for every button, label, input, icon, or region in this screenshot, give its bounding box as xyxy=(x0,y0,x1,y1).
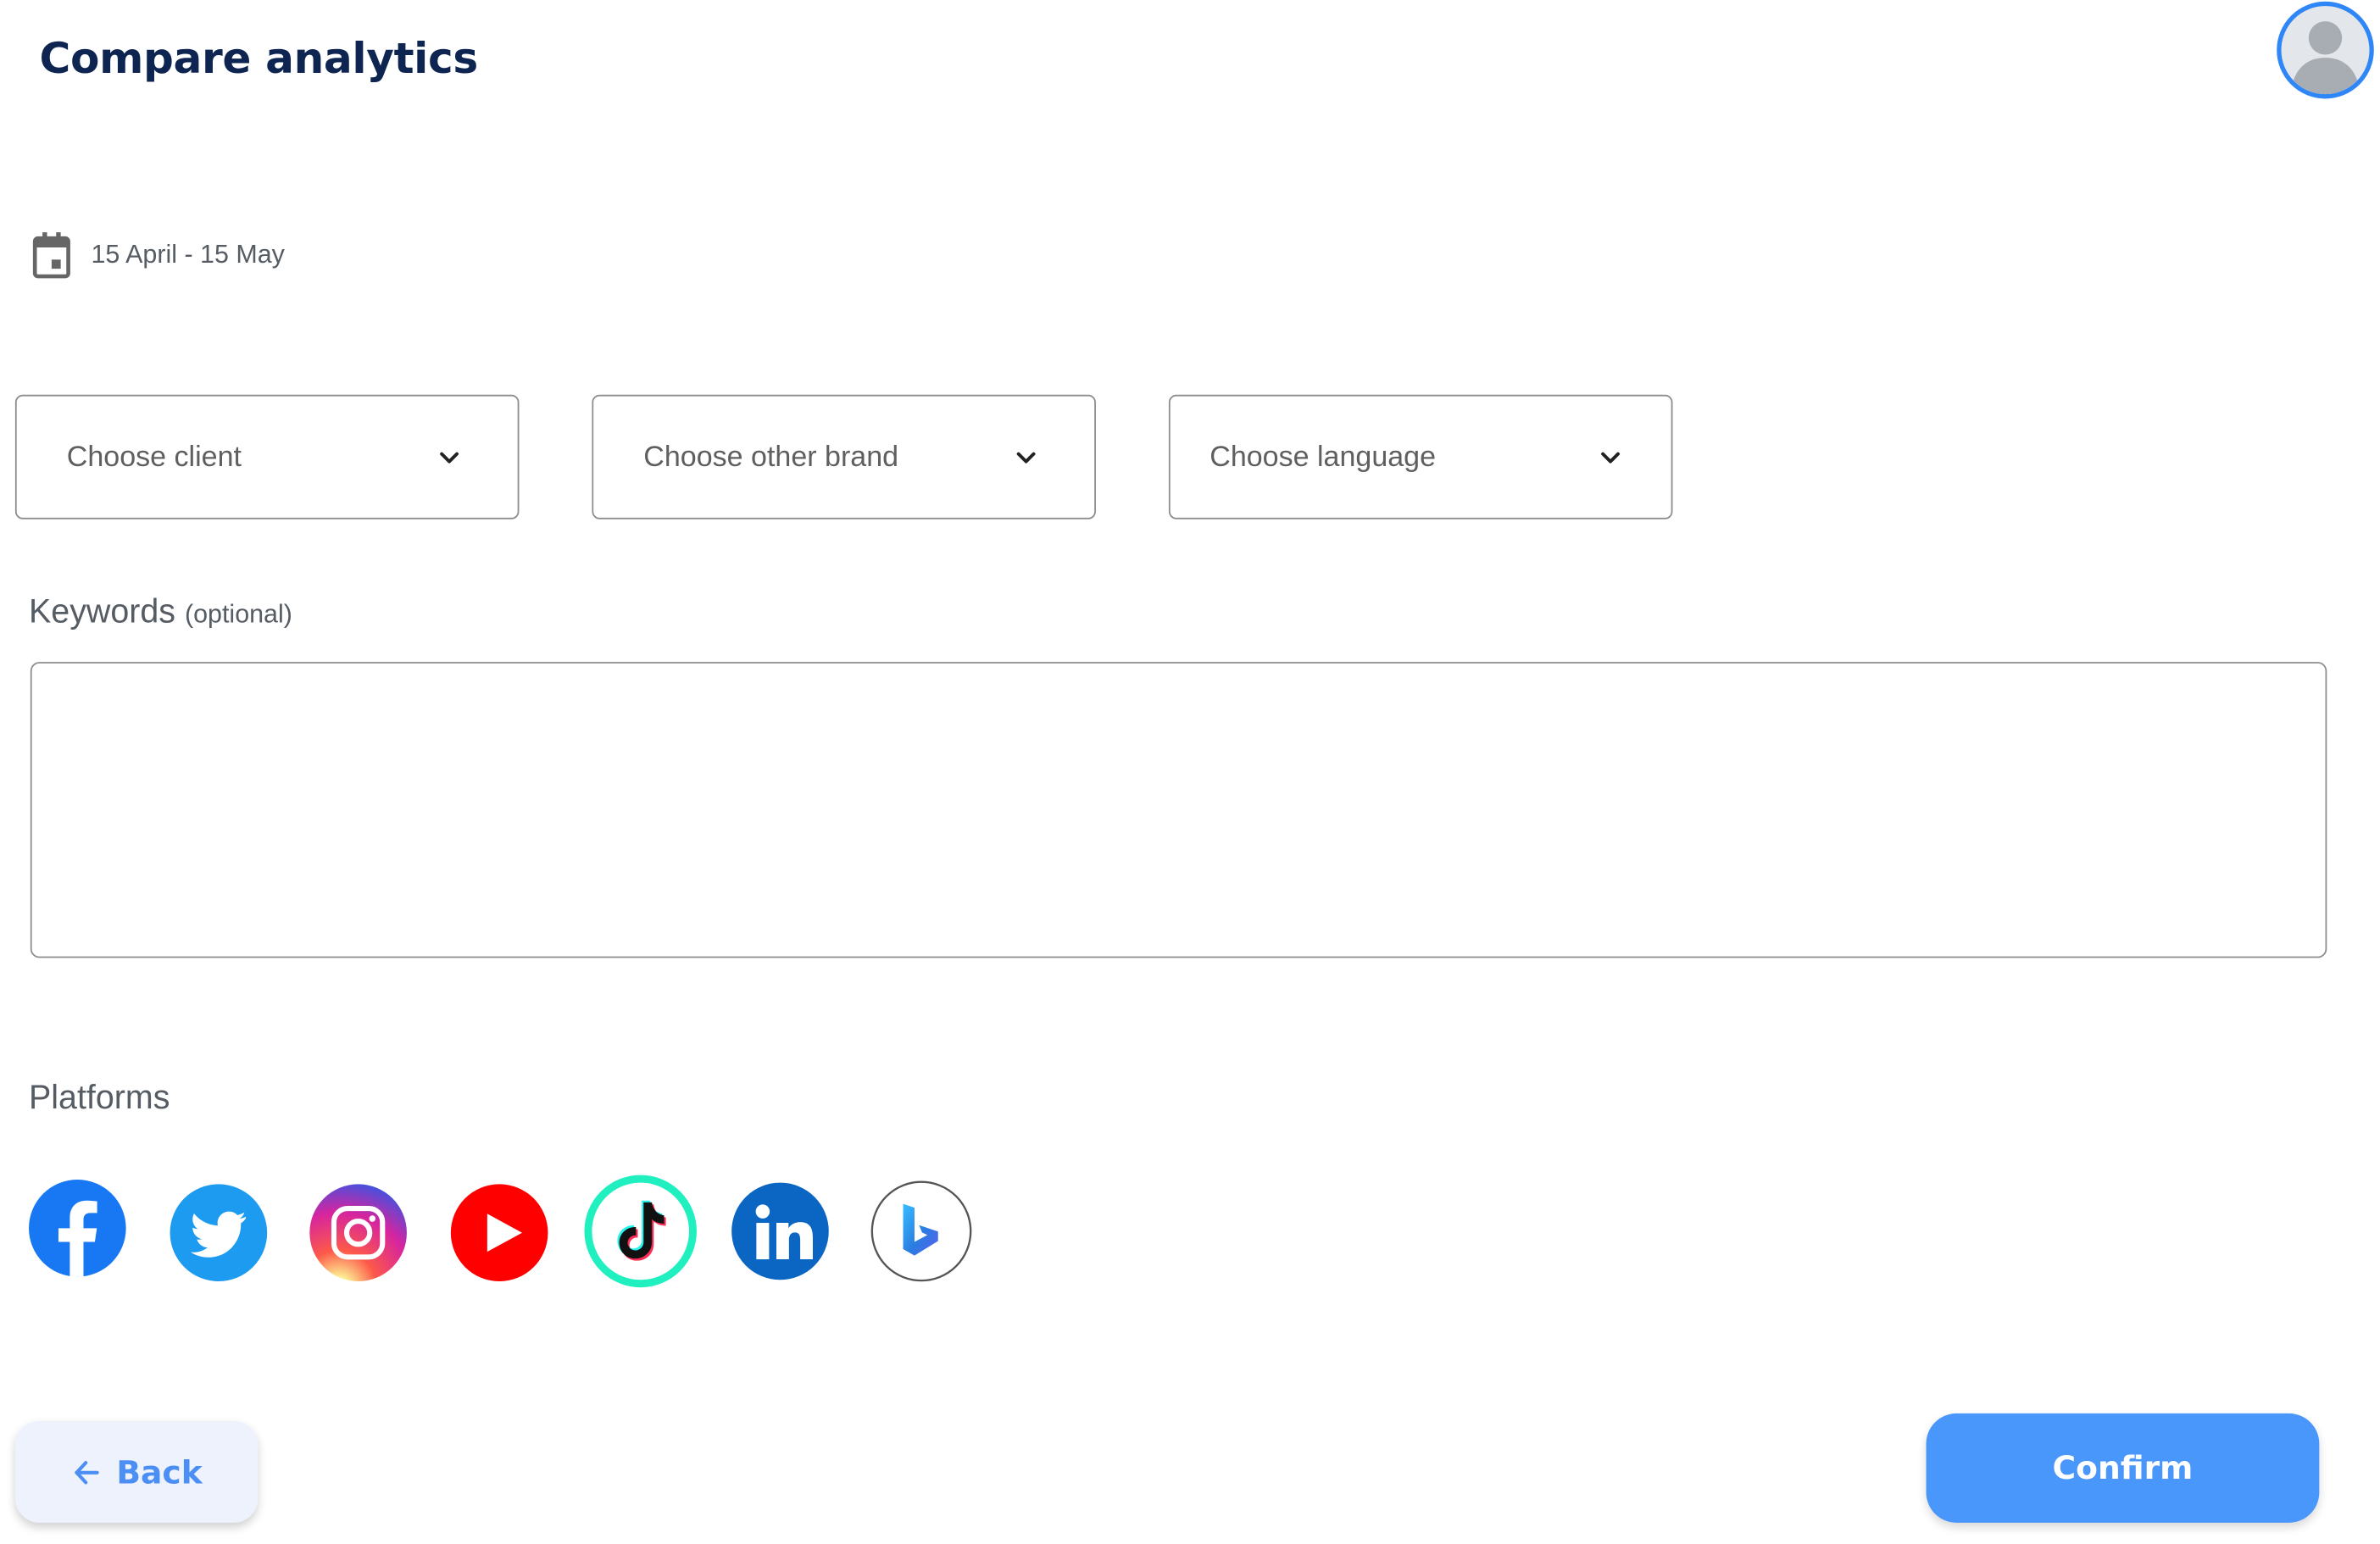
youtube-icon xyxy=(450,1184,548,1282)
language-select[interactable]: Choose language xyxy=(1168,394,1673,519)
chevron-down-icon xyxy=(1601,452,1620,464)
brand-select-label: Choose other brand xyxy=(643,442,899,474)
keywords-optional-text: (optional) xyxy=(184,599,292,629)
platform-twitter[interactable] xyxy=(169,1183,269,1283)
user-avatar[interactable] xyxy=(2277,1,2374,99)
platform-instagram[interactable] xyxy=(309,1183,409,1283)
keywords-label-text: Keywords xyxy=(29,591,176,630)
platform-youtube[interactable] xyxy=(449,1183,549,1283)
language-select-label: Choose language xyxy=(1209,442,1437,474)
chevron-down-icon xyxy=(1016,452,1036,464)
keywords-input[interactable] xyxy=(30,662,2327,958)
client-select[interactable]: Choose client xyxy=(14,394,520,519)
page-title: Compare analytics xyxy=(39,33,479,84)
back-button[interactable]: Back xyxy=(14,1420,259,1523)
brand-select[interactable]: Choose other brand xyxy=(592,394,1096,519)
chevron-down-icon xyxy=(440,452,459,464)
confirm-button[interactable]: Confirm xyxy=(1926,1413,2320,1523)
twitter-icon xyxy=(170,1184,268,1282)
platforms-label: Platforms xyxy=(29,1077,170,1116)
facebook-icon xyxy=(29,1179,126,1277)
platform-facebook[interactable] xyxy=(27,1178,127,1278)
linkedin-icon xyxy=(731,1182,829,1280)
tiktok-icon xyxy=(584,1175,697,1288)
arrow-left-icon xyxy=(71,1457,102,1487)
calendar-icon xyxy=(32,232,70,279)
date-range-text: 15 April - 15 May xyxy=(91,240,285,269)
client-select-label: Choose client xyxy=(66,442,242,474)
date-range[interactable]: 15 April - 15 May xyxy=(32,230,285,279)
instagram-icon xyxy=(309,1184,407,1282)
bing-icon xyxy=(870,1180,972,1282)
platform-linkedin[interactable] xyxy=(730,1181,830,1281)
platform-tiktok[interactable] xyxy=(583,1174,698,1289)
user-avatar-icon xyxy=(2281,6,2370,95)
back-button-label: Back xyxy=(116,1453,203,1491)
keywords-label: Keywords (optional) xyxy=(29,592,292,632)
platform-bing[interactable] xyxy=(870,1180,973,1283)
